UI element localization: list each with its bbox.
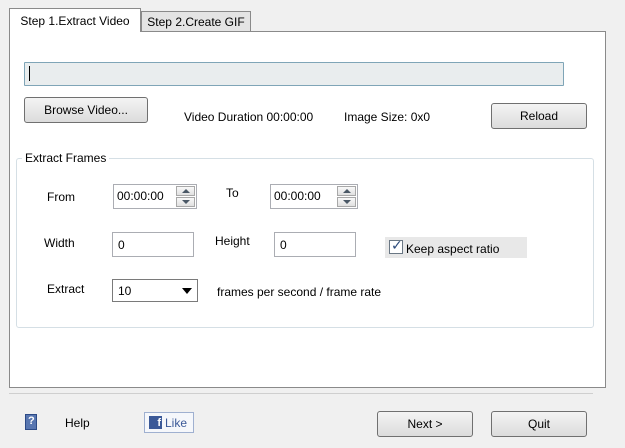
- quit-label: Quit: [527, 417, 550, 431]
- height-field[interactable]: 0: [274, 232, 356, 257]
- arrow-up-icon: [343, 189, 351, 193]
- next-button[interactable]: Next >: [377, 411, 473, 437]
- checkmark-icon: ✓: [391, 237, 403, 253]
- keep-aspect-ratio-label: Keep aspect ratio: [406, 242, 500, 256]
- tab-extract-video[interactable]: Step 1.Extract Video: [9, 8, 141, 32]
- chevron-down-icon: [182, 288, 192, 294]
- to-time-spinner[interactable]: 00:00:00: [270, 184, 358, 209]
- fps-select[interactable]: 10: [112, 279, 198, 302]
- like-label: Like: [165, 415, 188, 430]
- from-spin-up-button[interactable]: [176, 186, 195, 196]
- video-duration-text: Video Duration 00:00:00: [184, 110, 314, 124]
- extract-frames-title: Extract Frames: [22, 151, 110, 165]
- from-time-value: 00:00:00: [117, 189, 164, 203]
- to-label: To: [226, 186, 239, 200]
- arrow-down-icon: [182, 200, 190, 204]
- extract-label: Extract: [47, 282, 85, 296]
- tab-extract-video-label: Step 1.Extract Video: [20, 13, 130, 28]
- footer-divider: [9, 393, 593, 394]
- height-value: 0: [280, 238, 287, 252]
- browse-video-label: Browse Video...: [44, 103, 128, 117]
- browse-video-button[interactable]: Browse Video...: [24, 97, 148, 123]
- quit-button[interactable]: Quit: [491, 411, 587, 437]
- arrow-up-icon: [182, 189, 190, 193]
- help-book-icon[interactable]: ?: [25, 414, 37, 430]
- reload-button[interactable]: Reload: [491, 103, 587, 129]
- facebook-icon: f: [149, 416, 162, 429]
- height-label: Height: [215, 234, 250, 248]
- image-size-text: Image Size: 0x0: [344, 110, 431, 124]
- to-spin-down-button[interactable]: [337, 197, 356, 207]
- width-field[interactable]: 0: [112, 232, 194, 257]
- tab-create-gif-label: Step 2.Create GIF: [147, 15, 245, 29]
- fps-value: 10: [118, 284, 132, 298]
- fps-description: frames per second / frame rate: [217, 285, 382, 299]
- help-link[interactable]: Help: [65, 416, 90, 430]
- arrow-down-icon: [343, 200, 351, 204]
- width-value: 0: [118, 238, 125, 252]
- from-time-spinner[interactable]: 00:00:00: [113, 184, 197, 209]
- to-spin-up-button[interactable]: [337, 186, 356, 196]
- text-caret: [29, 66, 30, 81]
- width-label: Width: [44, 236, 75, 250]
- from-label: From: [47, 190, 75, 204]
- from-spin-down-button[interactable]: [176, 197, 195, 207]
- keep-aspect-ratio-checkbox[interactable]: ✓: [389, 237, 403, 254]
- tab-create-gif[interactable]: Step 2.Create GIF: [141, 11, 251, 32]
- reload-label: Reload: [519, 109, 559, 123]
- video-path-input[interactable]: [24, 62, 564, 86]
- next-label: Next >: [407, 417, 443, 431]
- to-time-value: 00:00:00: [274, 189, 321, 203]
- facebook-like-button[interactable]: f Like: [144, 412, 194, 433]
